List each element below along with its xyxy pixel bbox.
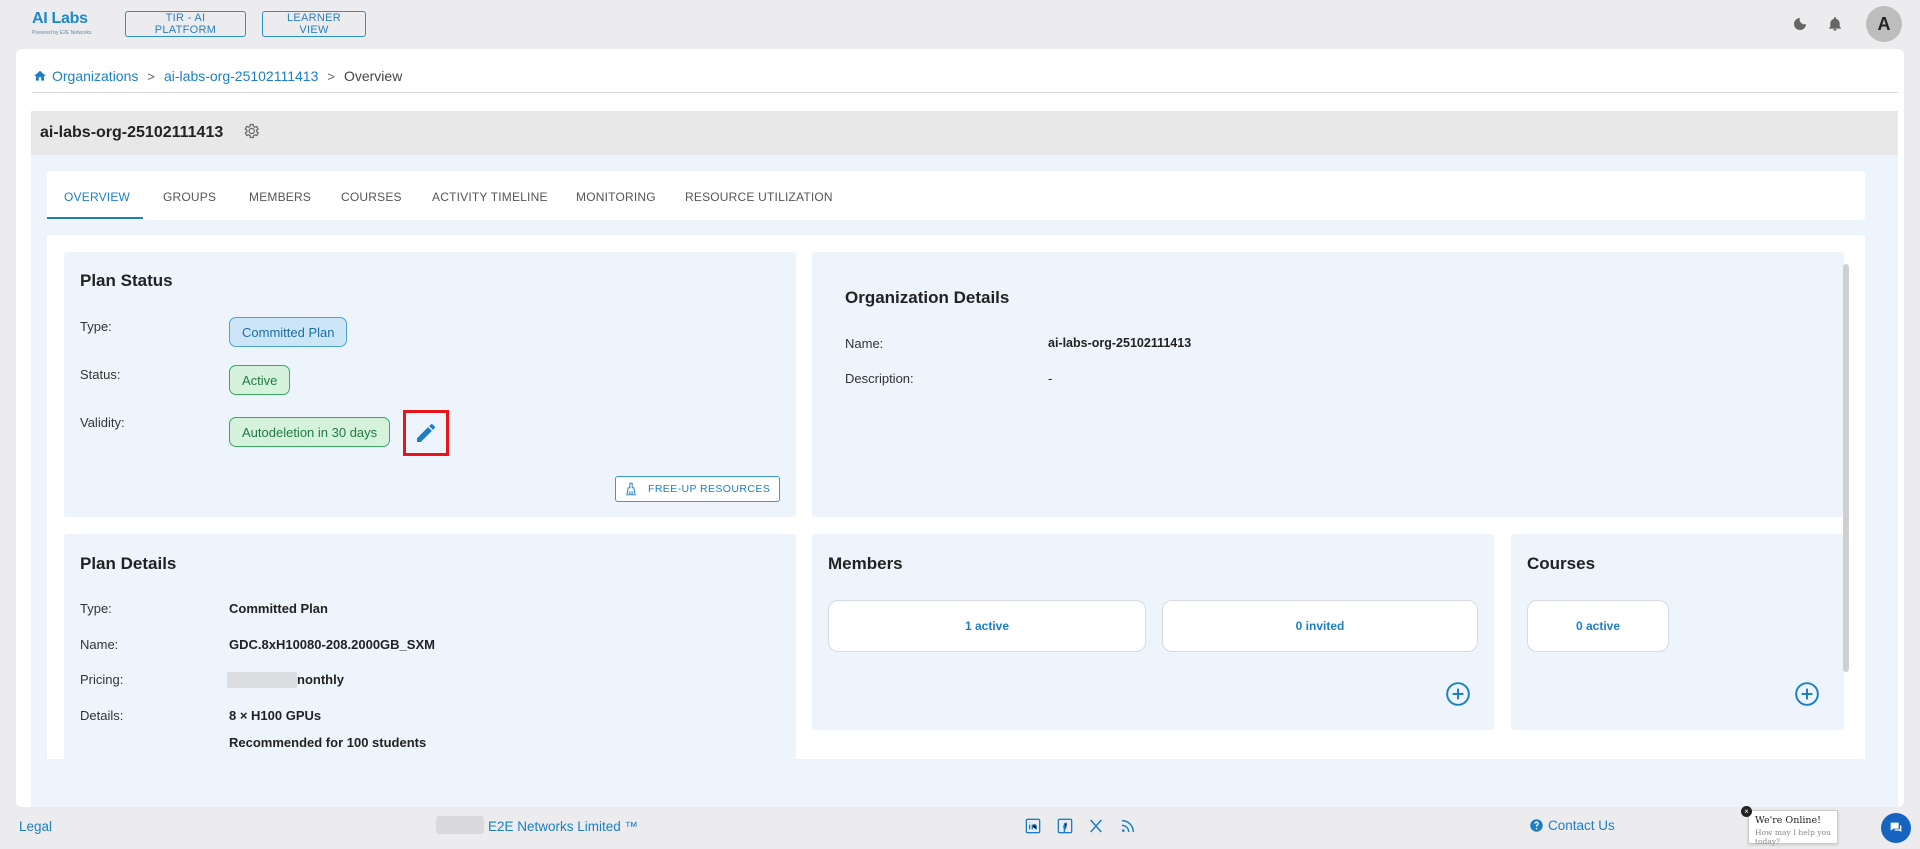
add-member-button[interactable]	[1445, 681, 1473, 709]
details-line-gpus: 8 × H100 GPUs	[229, 708, 322, 723]
breadcrumb: Organizations > ai-labs-org-25102111413 …	[33, 66, 402, 86]
tab-groups[interactable]: GROUPS	[163, 190, 216, 204]
x-icon[interactable]	[1088, 818, 1106, 836]
logo-subtext: Powered by E2E Networks	[32, 30, 92, 36]
members-title: Members	[828, 554, 903, 573]
logo-text: AI Labs	[32, 10, 88, 27]
courses-active-count[interactable]: 0 active	[1527, 600, 1669, 652]
chat-launcher-button[interactable]	[1881, 813, 1911, 843]
plan-name-value: GDC.8xH10080-208.2000GB_SXM	[229, 637, 435, 652]
org-header-bar	[31, 111, 1898, 155]
bell-icon[interactable]	[1824, 13, 1846, 35]
breadcrumb-separator: >	[147, 68, 155, 84]
pricing-label: Pricing:	[80, 672, 124, 687]
breadcrumb-org[interactable]: ai-labs-org-25102111413	[164, 68, 318, 84]
free-up-resources-label: FREE-UP RESOURCES	[648, 483, 771, 495]
tab-activity-timeline[interactable]: ACTIVITY TIMELINE	[432, 190, 548, 204]
members-invited-count[interactable]: 0 invited	[1162, 600, 1478, 652]
home-icon[interactable]	[33, 69, 47, 83]
plan-name-label: Name:	[80, 637, 119, 652]
redacted-price	[227, 672, 297, 688]
tab-members[interactable]: MEMBERS	[249, 190, 311, 204]
page-title: ai-labs-org-25102111413	[40, 124, 224, 141]
plan-type-label: Type:	[80, 601, 112, 616]
rss-icon[interactable]	[1120, 818, 1138, 836]
pencil-icon	[417, 424, 435, 442]
chat-popup[interactable]: We're Online! How may I help you today?	[1748, 810, 1838, 846]
active-tab-indicator	[47, 217, 143, 219]
tir-ai-platform-button[interactable]: TIR - AI PLATFORM	[125, 11, 246, 37]
chat-popup-title: We're Online!	[1755, 815, 1821, 826]
broom-icon	[626, 482, 636, 496]
legal-link[interactable]: Legal	[19, 819, 52, 834]
organization-details-title: Organization Details	[845, 288, 1010, 307]
plus-circle-icon	[1446, 682, 1470, 706]
validity-label: Validity:	[80, 415, 125, 430]
divider	[32, 92, 1898, 93]
gear-icon[interactable]	[242, 122, 262, 142]
details-line-recommendation: Recommended for 100 students	[229, 735, 427, 750]
tabs-bar: OVERVIEW GROUPS MEMBERS COURSES ACTIVITY…	[47, 171, 1865, 220]
avatar[interactable]: A	[1866, 6, 1902, 42]
plus-circle-icon	[1795, 682, 1819, 706]
edit-validity-button[interactable]	[403, 410, 449, 456]
plan-details-title: Plan Details	[80, 554, 177, 573]
redacted-footer-text	[436, 816, 484, 834]
footer	[0, 807, 1920, 849]
facebook-icon[interactable]	[1057, 818, 1075, 836]
members-active-count[interactable]: 1 active	[828, 600, 1146, 652]
validity-badge: Autodeletion in 30 days	[229, 417, 391, 447]
breadcrumb-current: Overview	[343, 68, 403, 84]
learner-view-button[interactable]: LEARNER VIEW	[262, 11, 366, 37]
tab-overview[interactable]: OVERVIEW	[64, 190, 130, 204]
help-circle-icon	[1530, 819, 1543, 832]
plan-status-title: Plan Status	[80, 271, 173, 290]
details-label: Details:	[80, 708, 124, 723]
type-label: Type:	[80, 319, 112, 334]
chat-popup-subtitle: How may I help you today?	[1755, 828, 1831, 846]
breadcrumb-separator: >	[327, 68, 335, 84]
add-course-button[interactable]	[1794, 681, 1822, 709]
chat-close-button[interactable]: ×	[1741, 806, 1752, 817]
tab-resource-utilization[interactable]: RESOURCE UTILIZATION	[685, 190, 833, 204]
status-badge: Active	[229, 365, 291, 395]
tab-courses[interactable]: COURSES	[341, 190, 402, 204]
org-description-value: -	[1048, 371, 1053, 386]
plan-type-value: Committed Plan	[229, 601, 328, 616]
linkedin-icon[interactable]	[1025, 818, 1043, 836]
contact-us-label: Contact Us	[1548, 818, 1615, 833]
org-name-value: ai-labs-org-25102111413	[1048, 336, 1192, 350]
moon-icon[interactable]	[1789, 13, 1811, 35]
courses-title: Courses	[1527, 554, 1596, 573]
scrollbar[interactable]	[1843, 264, 1849, 672]
status-label: Status:	[80, 367, 121, 382]
company-name: E2E Networks Limited ™	[488, 819, 639, 834]
org-name-label: Name:	[845, 336, 884, 351]
breadcrumb-organizations[interactable]: Organizations	[52, 68, 138, 84]
chat-bubble-icon	[1890, 822, 1902, 832]
plan-type-badge: Committed Plan	[229, 317, 348, 347]
pricing-value: nonthly	[297, 672, 344, 687]
org-description-label: Description:	[845, 371, 914, 386]
tab-monitoring[interactable]: MONITORING	[576, 190, 656, 204]
free-up-resources-button[interactable]: FREE-UP RESOURCES	[615, 476, 780, 502]
ai-labs-logo[interactable]: AI Labs Powered by E2E Networks	[32, 10, 102, 44]
contact-us-link[interactable]: Contact Us	[1529, 818, 1615, 833]
